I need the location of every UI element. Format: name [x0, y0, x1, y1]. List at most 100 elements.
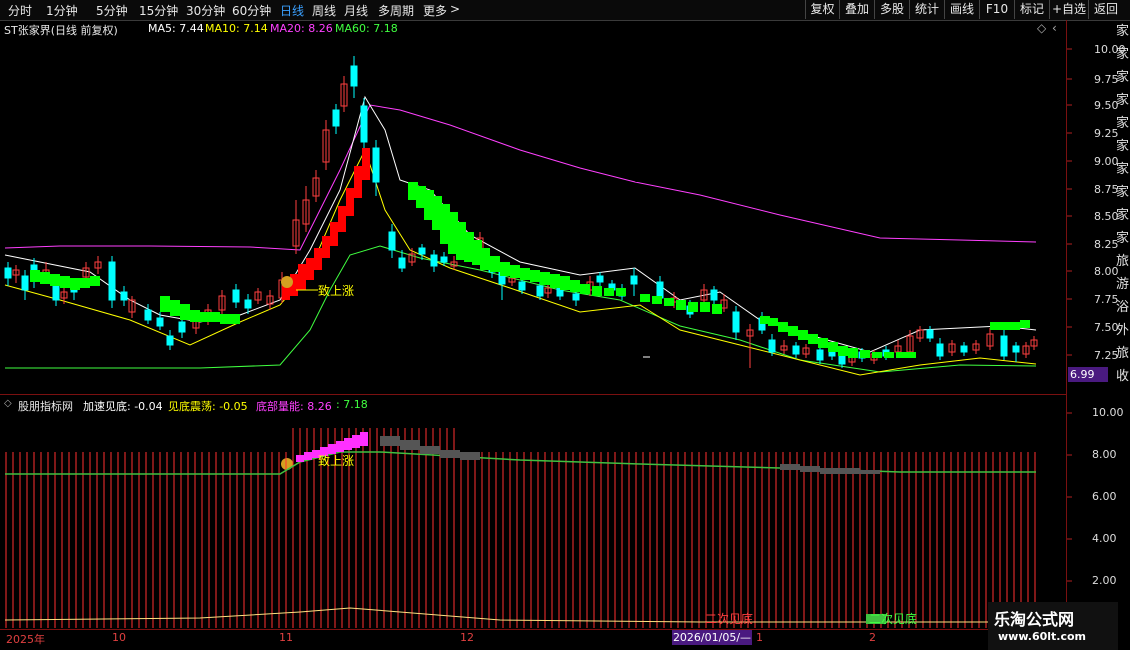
side-info-strip: 家家家家家家家家家家旅游浴外旅收 [1116, 20, 1130, 400]
downtrend-signal-block [906, 352, 916, 358]
downtrend-signal-block [652, 296, 662, 304]
price-tick-label: 9.00 [1094, 155, 1119, 168]
price-tick-label: 9.25 [1094, 127, 1119, 140]
downtrend-signal-block [550, 274, 560, 288]
downtrend-signal-block [808, 334, 818, 344]
candle-body [792, 345, 800, 355]
oscillation-band [420, 446, 440, 454]
oscillation-band [800, 466, 820, 472]
watermark-title: 乐淘公式网 [994, 610, 1075, 629]
oscillation-band [780, 464, 800, 470]
side-strip-char: 家 [1116, 70, 1130, 85]
current-price-badge: 6.99 [1068, 367, 1108, 382]
candle-body [388, 231, 396, 251]
candle-body [1000, 335, 1008, 357]
candle-body [1012, 345, 1020, 353]
candle-body [816, 349, 824, 361]
watermark-logo: 乐淘公式网 www.60lt.com [988, 602, 1118, 650]
kline-chart[interactable] [0, 0, 1130, 650]
money-bag-icon [281, 458, 293, 470]
side-strip-char: 家 [1116, 231, 1130, 246]
downtrend-signal-block [210, 312, 220, 322]
candle-body [630, 275, 638, 285]
diamond-icon[interactable]: ◇ [1037, 21, 1046, 35]
second-bottom-label-2: 二次见底 [869, 612, 918, 626]
side-strip-char: 家 [1116, 116, 1130, 131]
downtrend-signal-block [490, 256, 500, 272]
ma20-readout: MA20: 8.26 [270, 22, 333, 35]
side-strip-char: 外 [1116, 323, 1130, 338]
side-strip-char: 家 [1116, 47, 1130, 62]
downtrend-signal-block [768, 318, 778, 326]
ma60-readout: MA60: 7.18 [335, 22, 398, 35]
sub-tick-label: 8.00 [1092, 448, 1117, 461]
candle-body [244, 299, 252, 309]
side-strip-char: 收 [1116, 369, 1130, 384]
downtrend-signal-block [190, 310, 200, 322]
candle-body [52, 284, 60, 301]
candle-body [360, 105, 368, 143]
downtrend-signal-block [480, 248, 490, 270]
candle-body [768, 339, 776, 353]
downtrend-signal-block [818, 338, 828, 348]
uptrend-signal-block [346, 188, 354, 216]
accel-bottom-readout: 加速见底: -0.04 [83, 400, 163, 413]
oscillation-band [460, 452, 480, 460]
time-label: 2025年 [6, 633, 45, 646]
candle-body [430, 254, 438, 267]
bottom-energy-readout: 底部量能: 8.26 [256, 400, 332, 413]
downtrend-signal-block [40, 272, 50, 284]
candle-body [572, 293, 580, 301]
downtrend-signal-block [200, 312, 210, 322]
downtrend-signal-block [778, 322, 788, 332]
candle-body [710, 289, 718, 301]
candle-body [656, 281, 664, 299]
downtrend-signal-block [848, 348, 858, 358]
downtrend-signal-block [560, 276, 570, 290]
downtrend-signal-block [60, 276, 70, 288]
downtrend-signal-block [580, 284, 590, 294]
oscillation-band [440, 450, 460, 458]
candle-body [960, 345, 968, 353]
downtrend-signal-block [230, 314, 240, 324]
money-bag-icon [281, 276, 293, 288]
candle-body [732, 311, 740, 333]
chevron-left-icon[interactable]: ‹ [1052, 21, 1057, 35]
candle-body [936, 343, 944, 357]
downtrend-signal-block [884, 352, 894, 358]
price-tick-label: 7.50 [1094, 321, 1119, 334]
downtrend-signal-block [510, 265, 520, 278]
uptrend-signal-block [354, 166, 362, 198]
downtrend-signal-block [640, 294, 650, 302]
watermark-url: www.60lt.com [998, 630, 1087, 643]
downtrend-signal-block [788, 326, 798, 336]
indicator-name: 股朋指标网 [18, 400, 73, 413]
oscillation-band [840, 468, 860, 474]
candle-body [838, 355, 846, 365]
accel-signal-block [304, 452, 312, 460]
price-tick-label: 8.00 [1094, 265, 1119, 278]
uptrend-signal-block [314, 248, 322, 270]
side-strip-char: 游 [1116, 277, 1130, 292]
stock-title: ST张家界(日线 前复权) [4, 24, 118, 37]
uptrend-signal-block [298, 264, 306, 290]
downtrend-signal-block [664, 298, 674, 306]
side-strip-char: 家 [1116, 93, 1130, 108]
price-tick-label: 7.25 [1094, 349, 1119, 362]
sub-tick-label: 4.00 [1092, 532, 1117, 545]
downtrend-signal-block [1000, 322, 1010, 330]
downtrend-signal-block [838, 346, 848, 356]
price-tick-label: 7.75 [1094, 293, 1119, 306]
candle-body [166, 335, 174, 346]
uptrend-signal-block [306, 258, 314, 280]
downtrend-signal-block [50, 274, 60, 286]
collapse-icon[interactable]: ◇ [4, 398, 12, 409]
downtrend-signal-block [712, 304, 722, 314]
downtrend-signal-block [1020, 320, 1030, 328]
time-label: 11 [279, 631, 293, 644]
price-axis-divider [1066, 20, 1067, 630]
downtrend-signal-block [896, 352, 906, 358]
candle-body [398, 257, 406, 269]
price-tick-label: 8.50 [1094, 210, 1119, 223]
downtrend-signal-block [30, 270, 40, 282]
